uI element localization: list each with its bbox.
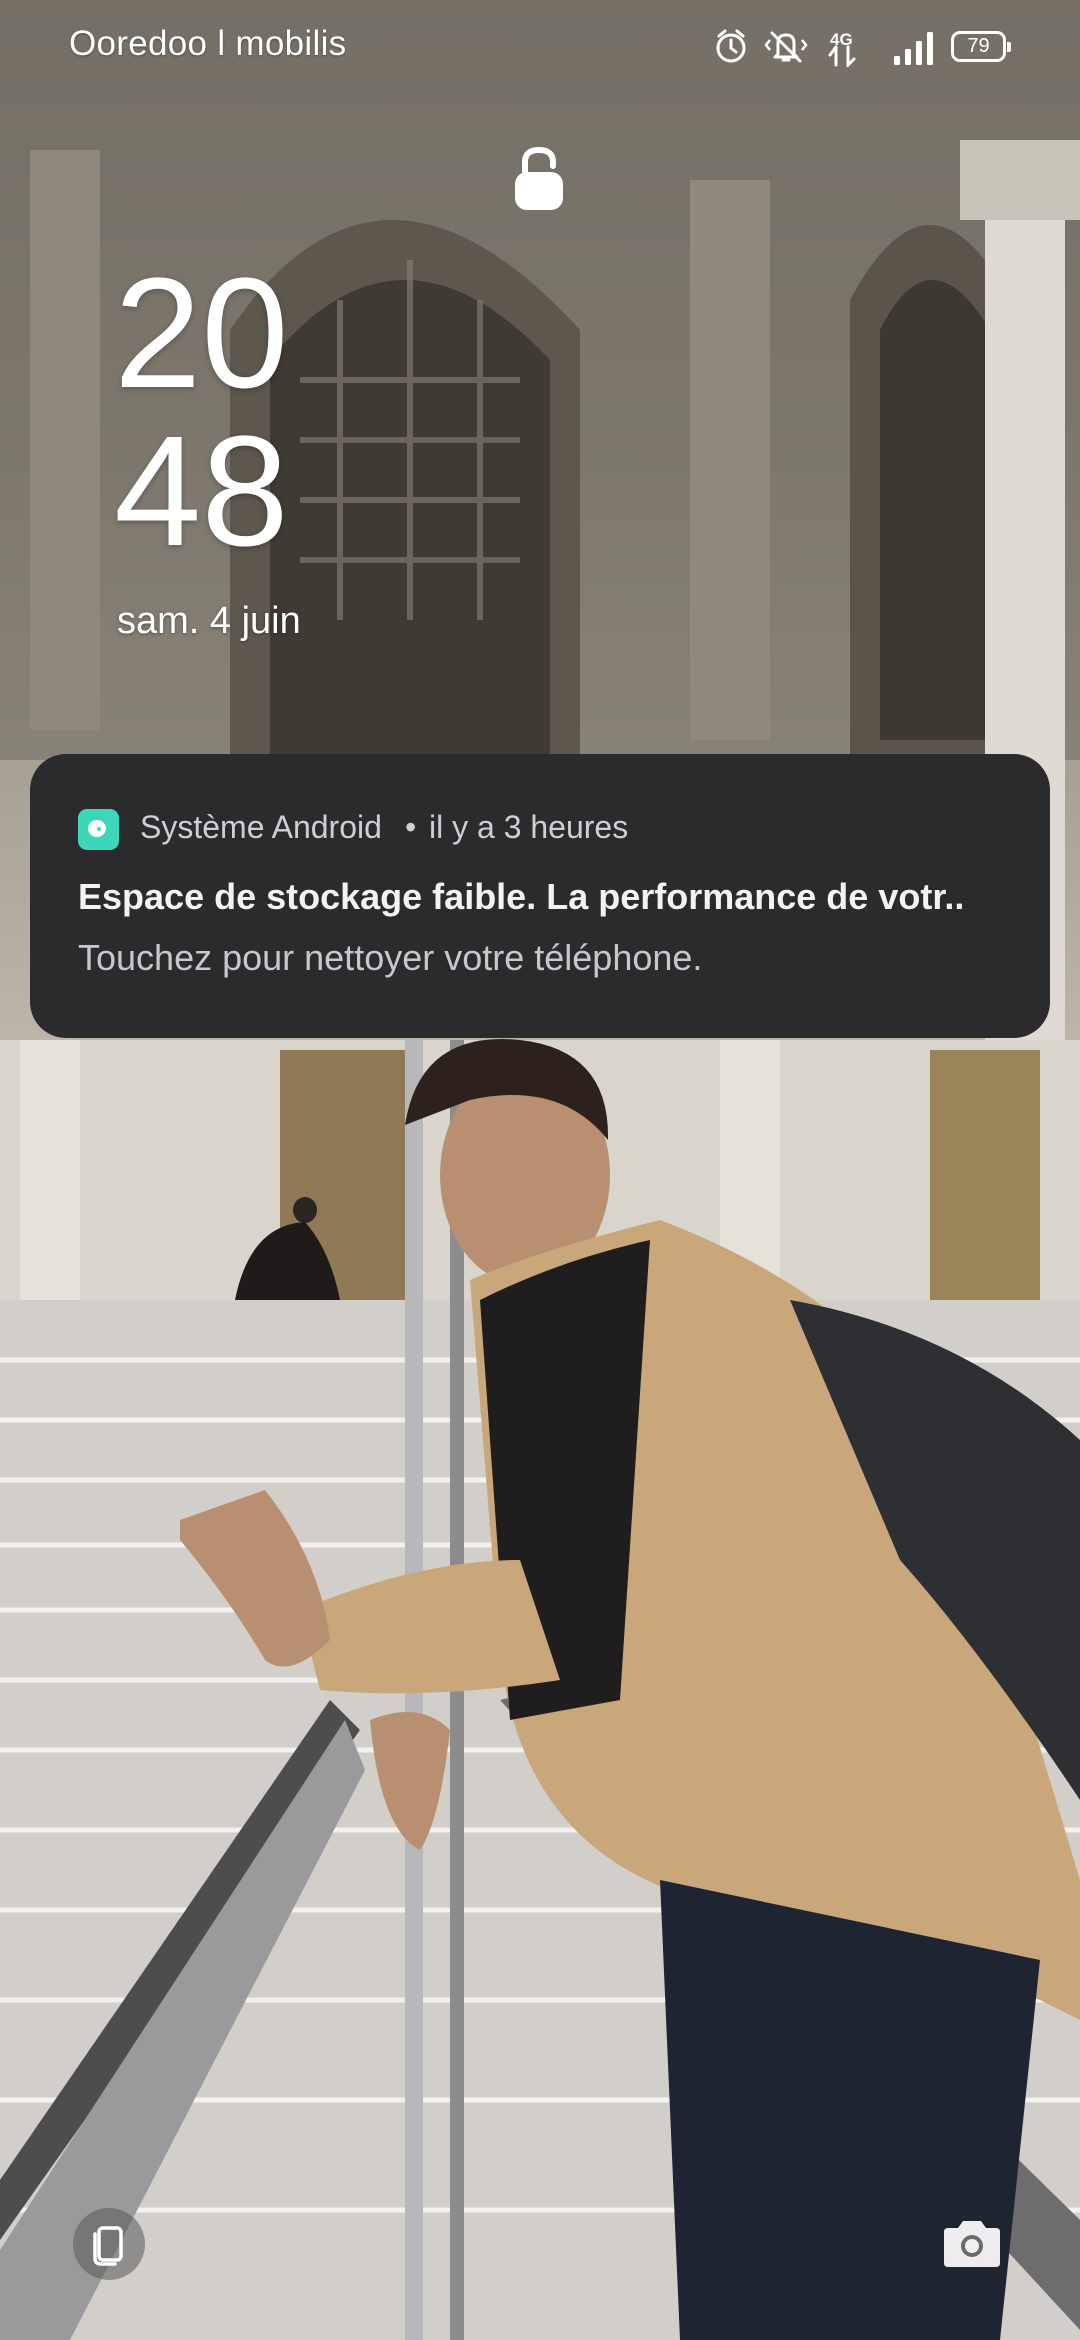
vibrate-icon: [764, 31, 808, 63]
camera-icon: [944, 2221, 1000, 2267]
clock-hours: 20: [114, 246, 289, 421]
lock-icon[interactable]: [513, 144, 565, 212]
phone-clone-icon: [93, 2226, 123, 2266]
lock-screen-clock: 20 48: [114, 255, 289, 571]
clock-minutes: 48: [114, 404, 289, 579]
notification-separator: •: [405, 809, 417, 845]
notification-title: Espace de stockage faible. La performanc…: [78, 876, 965, 917]
signal-icon: [894, 32, 933, 65]
lock-screen-date: sam. 4 juin: [117, 600, 301, 642]
alarm-icon: [716, 29, 746, 63]
battery-icon: 79: [951, 31, 1011, 62]
phone-clone-shortcut[interactable]: [73, 2208, 145, 2280]
notification-time: il y a 3 heures: [429, 809, 629, 845]
camera-shortcut[interactable]: [936, 2208, 1008, 2280]
status-bar: Ooredoo l mobilis 4G 79: [0, 0, 1080, 96]
storage-notification[interactable]: Système Android • il y a 3 heures Espace…: [30, 754, 1050, 1038]
battery-level: 79: [967, 35, 990, 57]
notification-text: Touchez pour nettoyer votre téléphone.: [78, 937, 703, 978]
carrier-name: Ooredoo l mobilis: [69, 24, 347, 63]
notification-app-name: Système Android: [140, 809, 382, 845]
data-arrows-icon: [828, 45, 856, 67]
cleaner-icon: [78, 809, 119, 850]
